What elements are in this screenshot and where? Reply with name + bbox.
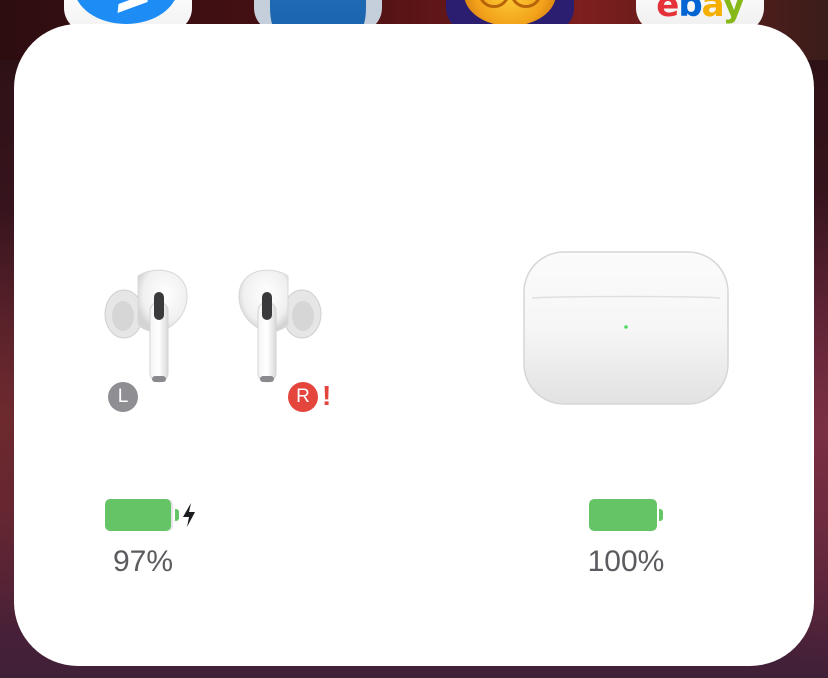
- emoji-icon: [464, 0, 556, 26]
- case-status-light: [624, 325, 628, 329]
- earbuds-battery-percent: 97%: [112, 545, 174, 578]
- case-battery-percent: 100%: [587, 545, 665, 578]
- right-earbud-badge: R: [288, 382, 318, 412]
- case-battery-indicator: [589, 499, 669, 531]
- left-earbud-badge: L: [108, 382, 138, 412]
- airpods-earbuds: L R !: [92, 262, 342, 422]
- right-earbud-alert-icon: !: [322, 380, 332, 411]
- earbuds-battery-indicator: [105, 499, 205, 531]
- left-earbud-image: [104, 269, 188, 383]
- right-earbud-image: [238, 269, 322, 383]
- ebay-logo: ebay: [656, 0, 744, 25]
- earbuds-battery-fill: [105, 499, 171, 531]
- charging-case-image: [523, 251, 729, 405]
- case-battery-body: [589, 499, 657, 531]
- earbuds-battery-cap: [175, 509, 179, 521]
- lightning-bolt-icon: [183, 503, 195, 527]
- messenger-icon: [74, 0, 178, 24]
- case-battery-fill: [589, 499, 657, 531]
- case-battery-cap: [659, 509, 663, 521]
- earbuds-battery-body: [105, 499, 173, 531]
